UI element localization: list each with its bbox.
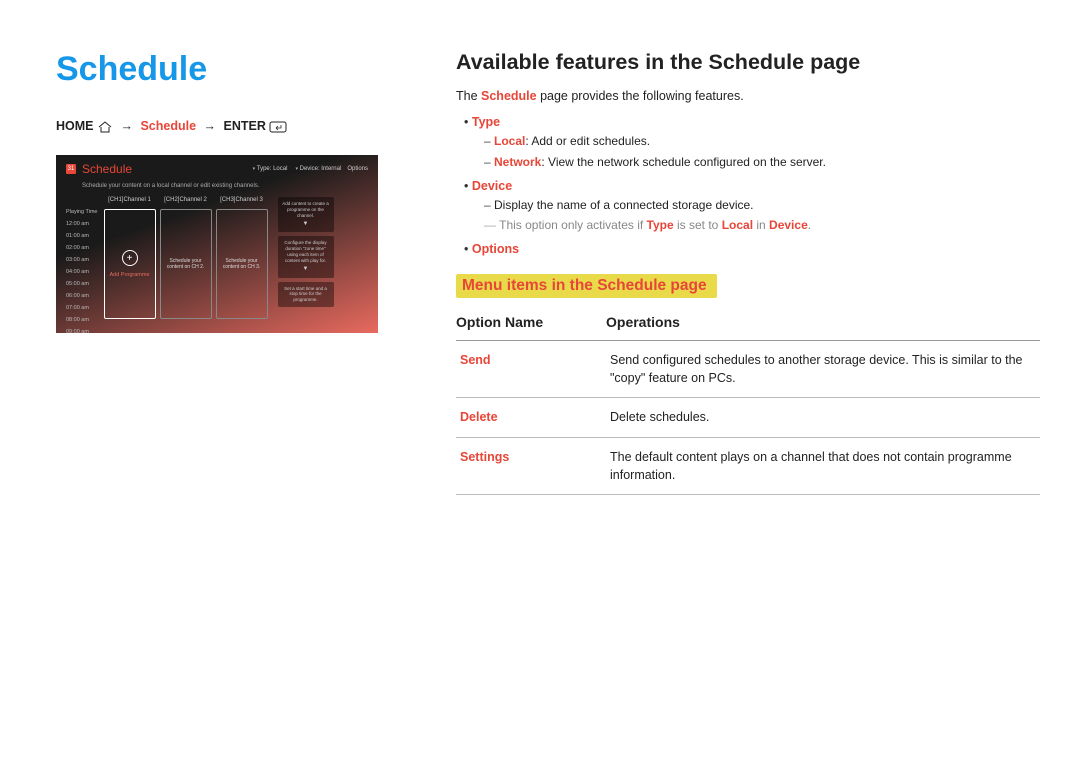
options-table: Option Name Operations Send Send configu… xyxy=(456,314,1040,495)
arrow-icon: → xyxy=(200,119,221,133)
ss-col1-card: + Add Programme xyxy=(104,209,156,319)
breadcrumb-schedule: Schedule xyxy=(140,119,196,133)
ss-info1: Add content to create a programme on the… xyxy=(278,197,334,232)
feature-type-network: Network: View the network schedule confi… xyxy=(484,154,1040,171)
feature-type-local: Local: Add or edit schedules. xyxy=(484,133,1040,150)
ss-subtitle: Schedule your content on a local channel… xyxy=(56,183,378,193)
ss-type: ▾ Type: Local xyxy=(251,166,288,172)
table-row: Settings The default content plays on a … xyxy=(456,437,1040,494)
table-row: Delete Delete schedules. xyxy=(456,398,1040,437)
ss-info2: Configure the display duration "zone tim… xyxy=(278,236,334,277)
ss-col1-header: [CH1]Channel 1 xyxy=(104,197,156,205)
arrow-icon: → xyxy=(116,119,137,133)
ss-device: ▾ Device: Internal xyxy=(293,166,341,172)
calendar-icon: 31 xyxy=(66,164,76,174)
page-title: Schedule xyxy=(56,50,386,89)
breadcrumb-home: HOME xyxy=(56,119,94,133)
feature-options: Options xyxy=(472,242,519,256)
plus-icon: + xyxy=(122,250,138,266)
ss-time-column: Playing Time 12:00 am 01:00 am 02:00 am … xyxy=(66,197,98,333)
th-option-name: Option Name xyxy=(456,314,606,341)
table-row: Send Send configured schedules to anothe… xyxy=(456,341,1040,398)
feature-device-note: This option only activates if Type is se… xyxy=(484,217,1040,234)
intro-text: The Schedule page provides the following… xyxy=(456,89,1040,103)
ss-options: Options xyxy=(347,166,368,172)
feature-device: Device xyxy=(472,179,512,193)
feature-type: Type xyxy=(472,115,500,129)
feature-list: Type Local: Add or edit schedules. Netwo… xyxy=(456,115,1040,256)
home-icon xyxy=(97,121,113,133)
schedule-screenshot: 31 Schedule ▾ Type: Local ▾ Device: Inte… xyxy=(56,155,378,333)
ss-title: Schedule xyxy=(82,162,132,176)
ss-col2-card: Schedule your content on CH 2. xyxy=(160,209,212,319)
feature-device-desc: Display the name of a connected storage … xyxy=(484,197,1040,214)
menu-items-heading: Menu items in the Schedule page xyxy=(456,274,717,298)
ss-col3-card: Schedule your content on CH 3. xyxy=(216,209,268,319)
section-heading: Available features in the Schedule page xyxy=(456,50,1040,75)
breadcrumb-enter: ENTER xyxy=(224,119,266,133)
ss-col2-header: [CH2]Channel 2 xyxy=(160,197,212,205)
th-operations: Operations xyxy=(606,314,1040,341)
ss-col3-header: [CH3]Channel 3 xyxy=(216,197,268,205)
enter-icon xyxy=(269,121,285,133)
breadcrumb: HOME → Schedule → ENTER xyxy=(56,119,386,133)
ss-info3: Set a start time and a stop time for the… xyxy=(278,282,334,308)
